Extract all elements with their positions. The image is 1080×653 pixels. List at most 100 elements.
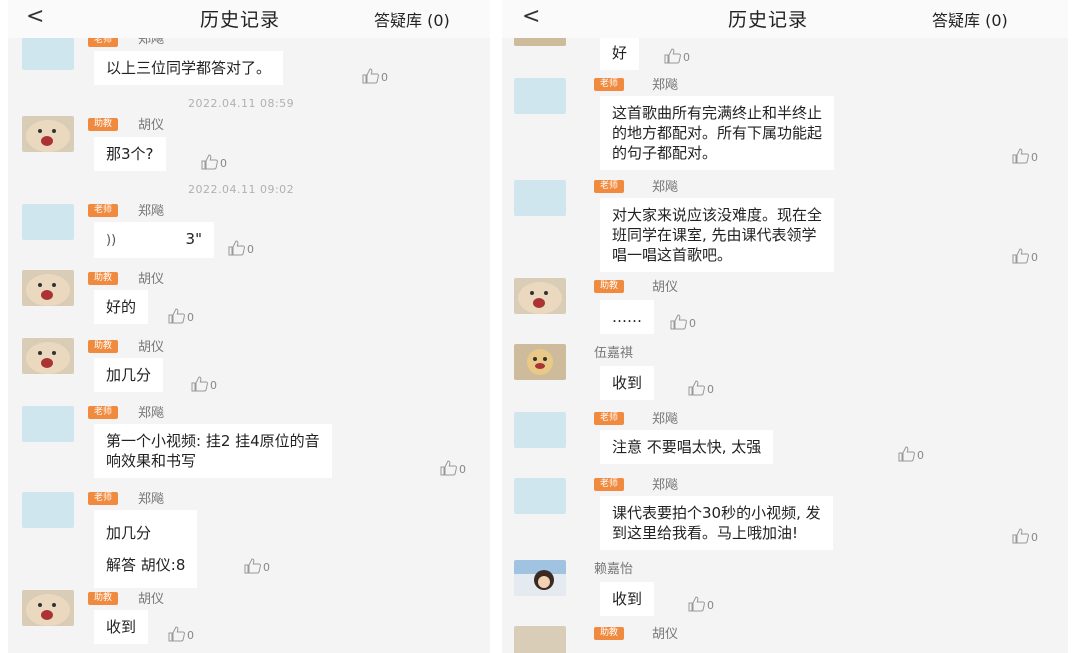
- message-bubble: 那3个?: [94, 137, 166, 171]
- voice-icon: )): [106, 233, 117, 248]
- message-bubble: 加几分 解答 胡仪:8: [94, 510, 198, 588]
- message-bubble: 收到: [600, 366, 655, 400]
- right-chat-screen: < 历史记录 答疑库 (0) 好 0 老师 郑飚 这首歌曲所有完满终止和半终止 …: [502, 0, 1068, 653]
- role-badge: 助教: [88, 592, 119, 605]
- avatar[interactable]: [514, 412, 566, 448]
- thumbs-up-icon: [1012, 248, 1029, 264]
- like-button[interactable]: 0: [440, 460, 466, 478]
- role-badge: 老师: [594, 180, 625, 193]
- thumbs-up-icon: [228, 240, 245, 256]
- like-button[interactable]: 0: [1012, 148, 1038, 166]
- avatar[interactable]: [514, 180, 566, 216]
- role-badge: 助教: [594, 627, 625, 640]
- avatar[interactable]: [22, 406, 74, 442]
- sender-name: 郑飚: [138, 492, 165, 507]
- role-badge: 老师: [88, 406, 119, 419]
- avatar[interactable]: [22, 34, 74, 70]
- like-button[interactable]: 0: [688, 380, 714, 398]
- right-header: < 历史记录 答疑库 (0): [502, 0, 1068, 38]
- sender-name: 伍嘉祺: [594, 346, 634, 361]
- like-button[interactable]: 0: [228, 240, 254, 258]
- avatar[interactable]: [22, 204, 74, 240]
- message-bubble: 这首歌曲所有完满终止和半终止 的地方都配对。所有下属功能起 的句子都配对。: [600, 96, 835, 170]
- role-badge: 老师: [594, 478, 625, 491]
- sender-name: 胡仪: [652, 280, 679, 295]
- thumbs-up-icon: [201, 154, 218, 170]
- page-title: 历史记录: [728, 9, 809, 31]
- like-button[interactable]: 0: [244, 558, 270, 576]
- qa-library-button[interactable]: 答疑库 (0): [374, 7, 450, 31]
- left-header: < 历史记录 答疑库 (0): [8, 0, 490, 38]
- like-button[interactable]: 0: [688, 596, 714, 614]
- avatar[interactable]: [514, 626, 566, 653]
- back-arrow-icon[interactable]: <: [522, 4, 540, 30]
- sender-name: 郑飚: [652, 180, 679, 195]
- like-button[interactable]: 0: [898, 446, 924, 464]
- sender-name: 胡仪: [652, 627, 679, 642]
- role-badge: 老师: [594, 412, 625, 425]
- sender-name: 郑飚: [138, 406, 165, 421]
- like-button[interactable]: 0: [670, 314, 696, 332]
- voice-duration: 3": [185, 230, 202, 248]
- left-chat-screen: < 历史记录 答疑库 (0) 老师 郑飚 以上三位同学都答对了。 0 2022.…: [8, 0, 490, 653]
- timestamp: 2022.04.11 09:02: [188, 183, 295, 196]
- like-button[interactable]: 0: [201, 154, 227, 172]
- thumbs-up-icon: [440, 460, 457, 476]
- message-bubble: 课代表要拍个30秒的小视频, 发 到这里给我看。马上哦加油!: [600, 496, 833, 550]
- message-bubble: 注意 不要唱太快, 太强: [600, 430, 774, 464]
- thumbs-up-icon: [1012, 528, 1029, 544]
- avatar[interactable]: [514, 78, 566, 114]
- sender-name: 胡仪: [138, 340, 165, 355]
- sender-name: 胡仪: [138, 592, 165, 607]
- thumbs-up-icon: [688, 380, 705, 396]
- thumbs-up-icon: [362, 68, 379, 84]
- thumbs-up-icon: [664, 48, 681, 64]
- thumbs-up-icon: [244, 558, 261, 574]
- sender-name: 郑飚: [652, 412, 679, 427]
- avatar[interactable]: [514, 278, 566, 314]
- qa-library-button[interactable]: 答疑库 (0): [932, 7, 1008, 31]
- thumbs-up-icon: [688, 596, 705, 612]
- avatar[interactable]: [514, 344, 566, 380]
- role-badge: 助教: [88, 340, 119, 353]
- sender-name: 胡仪: [138, 118, 165, 133]
- like-button[interactable]: 0: [168, 308, 194, 326]
- message-bubble: 对大家来说应该没难度。现在全 班同学在课室, 先由课代表领学 唱一唱这首歌吧。: [600, 198, 835, 272]
- avatar[interactable]: [22, 492, 74, 528]
- message-bubble: 收到: [600, 582, 655, 616]
- like-button[interactable]: 0: [1012, 248, 1038, 266]
- role-badge: 老师: [88, 204, 119, 217]
- timestamp: 2022.04.11 08:59: [188, 97, 295, 110]
- role-badge: 助教: [594, 280, 625, 293]
- message-bubble: 第一个小视频: 挂2 挂4原位的音 响效果和书写: [94, 424, 332, 478]
- like-button[interactable]: 0: [1012, 528, 1038, 546]
- role-badge: 老师: [88, 492, 119, 505]
- role-badge: 助教: [88, 272, 119, 285]
- sender-name: 胡仪: [138, 272, 165, 287]
- thumbs-up-icon: [191, 376, 208, 392]
- avatar[interactable]: [22, 270, 74, 306]
- thumbs-up-icon: [168, 626, 185, 642]
- message-bubble: ……: [600, 300, 654, 334]
- voice-message-bubble[interactable]: )) 3": [94, 222, 214, 258]
- sender-name: 郑飚: [138, 204, 165, 219]
- message-bubble: 收到: [94, 610, 149, 644]
- sender-name: 赖嘉怡: [594, 562, 634, 577]
- avatar[interactable]: [514, 560, 566, 596]
- avatar[interactable]: [22, 590, 74, 626]
- message-bubble: 以上三位同学都答对了。: [94, 51, 284, 85]
- thumbs-up-icon: [670, 314, 687, 330]
- avatar[interactable]: [22, 116, 74, 152]
- like-button[interactable]: 0: [664, 48, 690, 66]
- like-button[interactable]: 0: [168, 626, 194, 644]
- avatar[interactable]: [22, 338, 74, 374]
- role-badge: 助教: [88, 118, 119, 131]
- like-button[interactable]: 0: [362, 68, 388, 86]
- sender-name: 郑飚: [652, 78, 679, 93]
- avatar[interactable]: [514, 478, 566, 514]
- sender-name: 郑飚: [652, 478, 679, 493]
- thumbs-up-icon: [898, 446, 915, 462]
- back-arrow-icon[interactable]: <: [26, 4, 44, 30]
- like-button[interactable]: 0: [191, 376, 217, 394]
- message-bubble: 好: [600, 36, 640, 70]
